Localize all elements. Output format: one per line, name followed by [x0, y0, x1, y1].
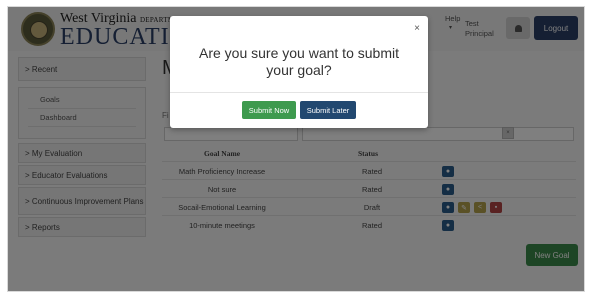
submit-now-button[interactable]: Submit Now: [242, 101, 296, 119]
modal-message: Are you sure you want to submit your goa…: [199, 45, 399, 78]
close-icon[interactable]: ×: [414, 23, 420, 34]
submit-goal-modal: × Are you sure you want to submit your g…: [170, 16, 428, 128]
modal-divider: [170, 92, 428, 93]
submit-later-button[interactable]: Submit Later: [300, 101, 356, 119]
app-window: West Virginia DEPARTMENT EDUCATION Help …: [7, 6, 585, 292]
